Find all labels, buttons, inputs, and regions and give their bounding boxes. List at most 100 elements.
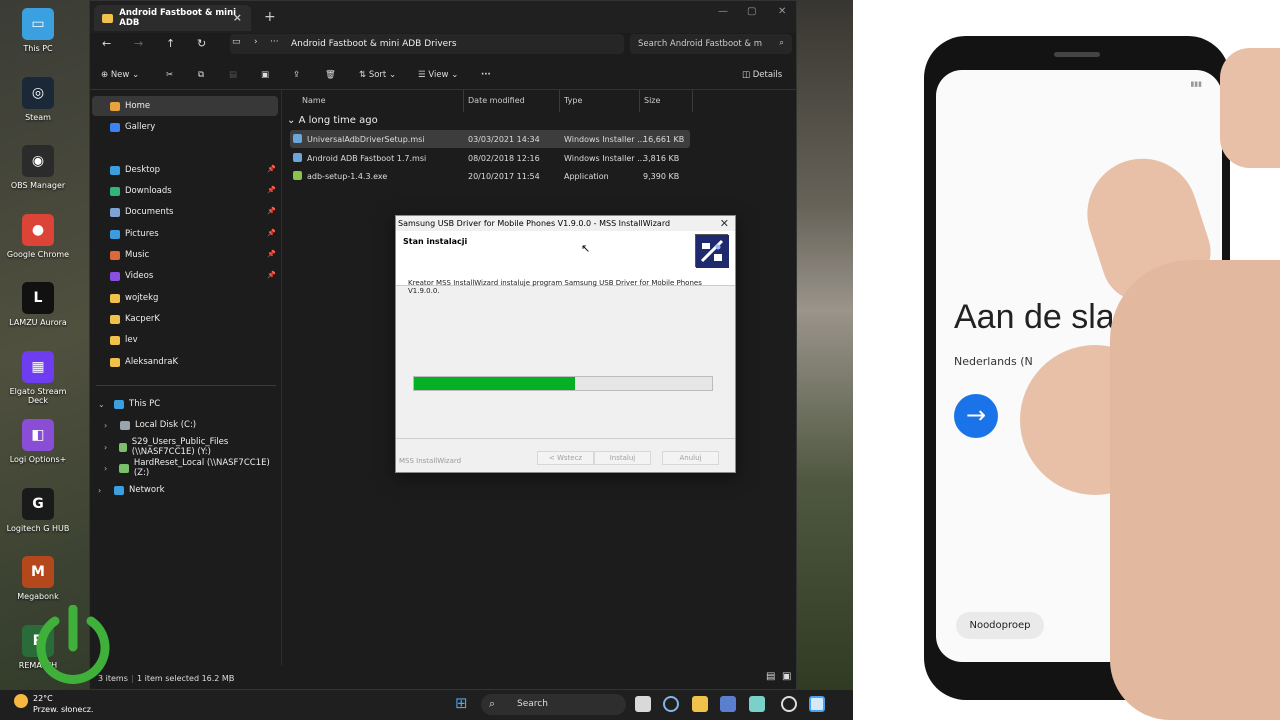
more-options-icon[interactable]: ··· (481, 70, 491, 80)
nav-item[interactable]: Home (92, 96, 278, 116)
new-button[interactable]: ⊕ New ⌄ (101, 70, 139, 80)
nav-item[interactable]: KacperK (92, 309, 278, 329)
nav-item[interactable]: AleksandraK (92, 352, 278, 372)
nav-item[interactable]: Downloads 📌 (92, 181, 278, 201)
nav-folder-icon (110, 165, 120, 175)
maximize-icon[interactable]: ▢ (747, 6, 756, 17)
details-button[interactable]: ◫ Details (742, 70, 782, 80)
pin-icon: 📌 (267, 271, 276, 279)
tiles-view-icon[interactable]: ▣ (782, 671, 791, 682)
search-input[interactable]: Search Android Fastboot & m ⌕ (630, 34, 792, 54)
back-arrow-icon[interactable]: ← (102, 37, 111, 50)
file-row[interactable]: UniversalAdbDriverSetup.msi 03/03/2021 14… (290, 130, 690, 148)
new-tab-icon[interactable]: + (264, 9, 276, 25)
file-type: Application (564, 172, 609, 181)
share-icon[interactable]: ⇪ (293, 70, 300, 80)
paste-icon[interactable]: ▤ (229, 70, 237, 80)
cancel-button[interactable]: Anuluj (662, 451, 719, 465)
hand-palm (1110, 260, 1280, 720)
search-icon: ⌕ (489, 697, 496, 710)
pin-icon: 📌 (267, 229, 276, 237)
emergency-button[interactable]: Noodoproep (956, 612, 1044, 639)
folder-icon (102, 13, 114, 23)
windows-start-icon[interactable]: ⊞ (455, 694, 471, 712)
group-header[interactable]: ⌄ A long time ago (287, 115, 378, 126)
cut-icon[interactable]: ✂ (166, 70, 173, 80)
nav-tree-item[interactable]: › Local Disk (C:) (92, 415, 278, 435)
next-arrow-button[interactable]: → (954, 394, 998, 438)
sort-button[interactable]: ⇅ Sort ⌄ (359, 70, 396, 80)
save-app-icon[interactable] (720, 696, 736, 712)
chevron-icon[interactable]: ⌄ (98, 400, 106, 409)
chevron-icon[interactable]: › (98, 486, 106, 495)
details-label: Details (752, 70, 783, 80)
more-path-icon[interactable]: ··· (270, 37, 279, 47)
column-type[interactable]: Type (564, 96, 582, 105)
minimize-icon[interactable]: — (718, 6, 728, 17)
close-tab-icon[interactable]: × (233, 11, 242, 24)
close-window-icon[interactable]: ✕ (778, 6, 786, 17)
status-bar: 3 items | 1 item selected 16.2 MB | ▤ ▣ (90, 667, 796, 689)
nav-folder-icon (110, 186, 120, 196)
file-explorer-icon[interactable] (692, 696, 708, 712)
details-view-icon[interactable]: ▤ (766, 671, 775, 682)
forward-arrow-icon[interactable]: → (134, 37, 143, 50)
chevron-icon[interactable]: › (104, 464, 111, 473)
back-button[interactable]: < Wstecz (537, 451, 594, 465)
task-view-icon[interactable] (635, 696, 651, 712)
app-icon: ▭ (22, 8, 54, 40)
desktop-icon[interactable]: ◉ OBS Manager (0, 141, 76, 209)
desktop-icon[interactable]: ◎ Steam (0, 73, 76, 141)
nav-folder-icon (110, 271, 120, 281)
nav-tree-label: This PC (129, 399, 161, 409)
install-button[interactable]: Instaluj (594, 451, 651, 465)
dialog-brand: MSS InstallWizard (399, 457, 462, 465)
desktop-icon[interactable]: ▭ This PC (0, 4, 76, 72)
nav-tree-item[interactable]: › HardReset_Local (\\NASF7CC1E) (Z:) (92, 458, 278, 478)
desktop-icon[interactable]: L LAMZU Aurora (0, 278, 76, 346)
refresh-icon[interactable]: ↻ (197, 37, 206, 50)
desktop-icon[interactable]: ▦ Elgato Stream Deck (0, 347, 76, 415)
nav-tree-label: Network (129, 485, 165, 495)
taskbar-search[interactable]: ⌕ Search (481, 694, 626, 715)
desktop-icon[interactable]: ◧ Logi Options+ (0, 415, 76, 483)
column-size[interactable]: Size (644, 96, 660, 105)
nav-item[interactable]: wojtekg (92, 288, 278, 308)
up-arrow-icon[interactable]: ↑ (166, 37, 175, 50)
nav-item-label: wojtekg (125, 293, 159, 303)
nav-item[interactable]: Pictures 📌 (92, 224, 278, 244)
desktop-icon[interactable]: G Logitech G HUB (0, 484, 76, 552)
copy-icon[interactable]: ⧉ (198, 70, 204, 80)
file-icon (293, 134, 302, 143)
notepad-icon[interactable] (749, 696, 765, 712)
nav-tree-item[interactable]: › Network (92, 480, 278, 500)
dialog-close-icon[interactable]: ✕ (720, 217, 729, 230)
delete-icon[interactable]: 🗑 (325, 70, 336, 80)
desktop-icon[interactable]: ● Google Chrome (0, 210, 76, 278)
column-divider (639, 90, 640, 112)
nav-item[interactable]: Desktop 📌 (92, 160, 278, 180)
obs-icon[interactable] (663, 696, 679, 712)
language-selector[interactable]: Nederlands (N (954, 355, 1033, 368)
explorer-tab[interactable]: Android Fastboot & mini ADB × (94, 5, 251, 31)
temperature: 22°C (33, 694, 53, 703)
file-size: 9,390 KB (643, 172, 680, 181)
column-date[interactable]: Date modified (468, 96, 525, 105)
nav-item[interactable]: lev (92, 330, 278, 350)
nav-tree-item[interactable]: ⌄ This PC (92, 394, 278, 414)
chevron-icon[interactable]: › (104, 421, 112, 430)
nav-tree-item[interactable]: › S29_Users_Public_Files (\\NASF7CC1E) (Y… (92, 437, 278, 457)
view-button[interactable]: ☰ View ⌄ (418, 70, 458, 80)
file-row[interactable]: adb-setup-1.4.3.exe 20/10/2017 11:54 Appli… (290, 167, 690, 185)
steam-taskbar-icon[interactable] (781, 696, 797, 712)
installer-taskbar-icon[interactable] (809, 696, 825, 712)
file-row[interactable]: Android ADB Fastboot 1.7.msi 08/02/2018 1… (290, 149, 690, 167)
rename-icon[interactable]: ▣ (261, 70, 269, 80)
column-name[interactable]: Name (302, 96, 326, 105)
chevron-icon[interactable]: › (104, 443, 111, 452)
nav-item[interactable]: Gallery (92, 117, 278, 137)
nav-item[interactable]: Videos 📌 (92, 266, 278, 286)
nav-item[interactable]: Documents 📌 (92, 202, 278, 222)
new-label: New (110, 70, 130, 80)
nav-item[interactable]: Music 📌 (92, 245, 278, 265)
